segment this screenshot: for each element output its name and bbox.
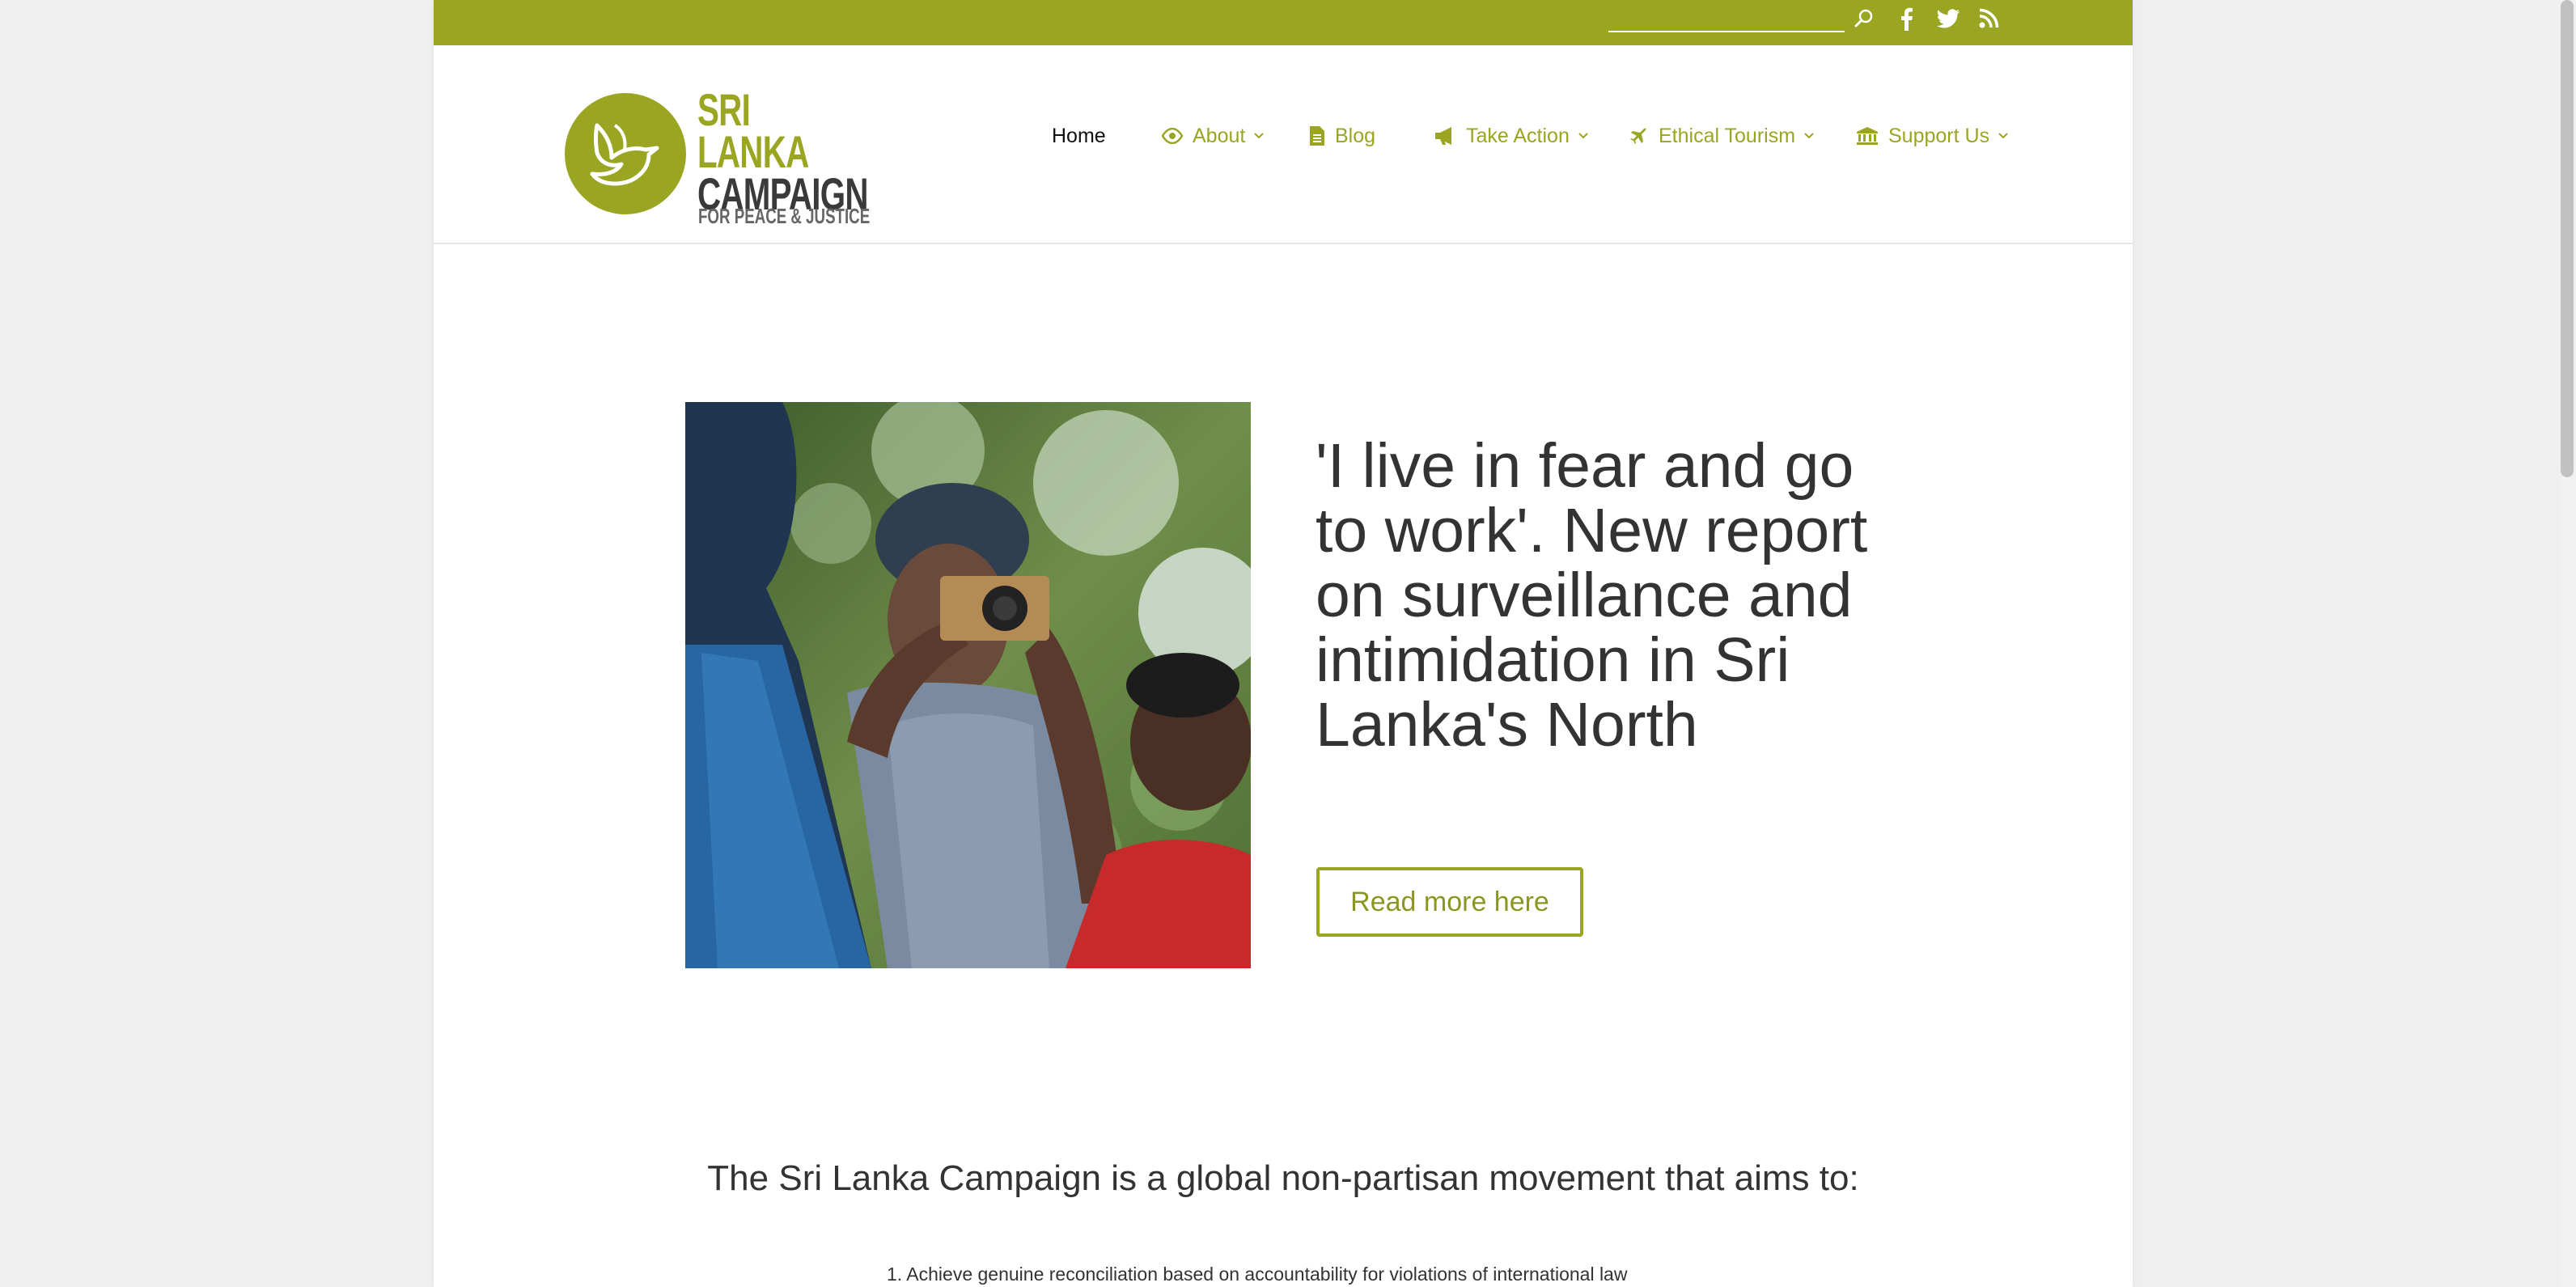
nav-take-action-label: Take Action bbox=[1466, 124, 1570, 147]
chevron-down-icon bbox=[1998, 133, 2008, 139]
nav-take-action[interactable]: Take Action bbox=[1434, 120, 1589, 152]
read-more-button[interactable]: Read more here bbox=[1316, 867, 1583, 937]
nav-home[interactable]: Home bbox=[1052, 120, 1106, 152]
airplane-icon bbox=[1630, 128, 1646, 144]
logo-line-sri: SRI bbox=[697, 84, 751, 135]
nav-support-us[interactable]: Support Us bbox=[1856, 120, 2009, 152]
hero-photo bbox=[685, 402, 1251, 968]
search-icon[interactable] bbox=[1851, 5, 1877, 32]
nav-about-label: About bbox=[1193, 124, 1246, 147]
search-input[interactable] bbox=[1608, 5, 1845, 32]
scrollbar[interactable] bbox=[2558, 0, 2576, 1287]
goal-item: 1. Achieve genuine reconciliation based … bbox=[887, 1264, 1628, 1285]
chevron-down-icon bbox=[1804, 133, 1814, 139]
top-bar bbox=[434, 0, 2133, 45]
mission-heading: The Sri Lanka Campaign is a global non-p… bbox=[707, 1158, 1859, 1198]
logo-wordmark: SRI LANKA CAMPAIGN bbox=[697, 84, 868, 217]
nav-blog[interactable]: Blog bbox=[1309, 120, 1375, 152]
chevron-down-icon bbox=[1578, 133, 1588, 139]
dove-logo-icon bbox=[565, 93, 686, 214]
site-header: SRI LANKA CAMPAIGN FOR PEACE & JUSTICE H… bbox=[434, 45, 2133, 244]
rss-icon[interactable] bbox=[1976, 5, 2002, 32]
nav-blog-label: Blog bbox=[1335, 124, 1376, 147]
bank-icon bbox=[1857, 127, 1878, 145]
twitter-icon[interactable] bbox=[1935, 5, 1961, 32]
nav-home-label: Home bbox=[1052, 124, 1106, 147]
document-icon bbox=[1310, 126, 1324, 146]
site-logo[interactable]: SRI LANKA CAMPAIGN FOR PEACE & JUSTICE bbox=[565, 68, 870, 230]
logo-tagline: FOR PEACE & JUSTICE bbox=[698, 204, 871, 228]
eye-icon bbox=[1162, 128, 1183, 144]
facebook-icon[interactable] bbox=[1893, 5, 1919, 32]
nav-about[interactable]: About bbox=[1162, 120, 1265, 152]
nav-ethical-tourism[interactable]: Ethical Tourism bbox=[1629, 120, 1815, 152]
logo-line-lanka: LANKA bbox=[697, 126, 809, 177]
page: SRI LANKA CAMPAIGN FOR PEACE & JUSTICE H… bbox=[434, 0, 2133, 1287]
hero-title: 'I live in fear and go to work'. New rep… bbox=[1316, 431, 1868, 760]
megaphone-icon bbox=[1435, 127, 1451, 145]
scrollbar-thumb[interactable] bbox=[2561, 0, 2574, 477]
nav-support-us-label: Support Us bbox=[1888, 124, 1990, 147]
nav-ethical-tourism-label: Ethical Tourism bbox=[1659, 124, 1796, 147]
goals-list: 1. Achieve genuine reconciliation based … bbox=[887, 1262, 1627, 1286]
chevron-down-icon bbox=[1254, 133, 1265, 139]
